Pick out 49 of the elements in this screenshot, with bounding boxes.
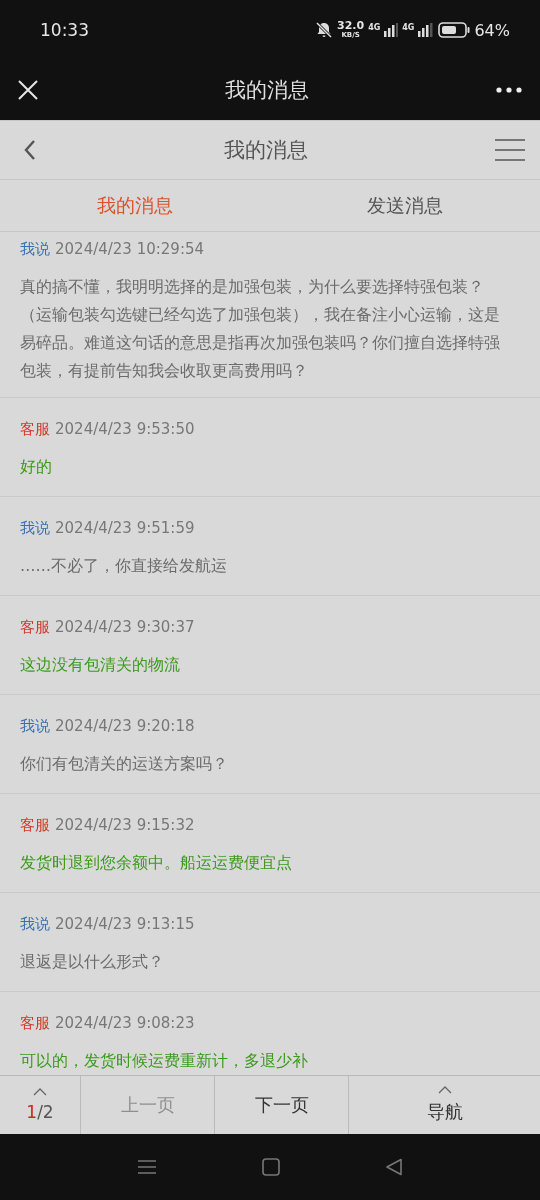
battery-level: 64%: [474, 20, 510, 40]
caret-up-icon[interactable]: [437, 1086, 452, 1094]
tab[interactable]: 我的消息: [0, 180, 270, 231]
message-time: 2024/4/23 9:53:50: [55, 419, 195, 440]
sender-label: 我说: [20, 716, 50, 737]
message-time: 2024/4/23 9:51:59: [55, 518, 195, 539]
mute-bell-icon: [315, 21, 333, 39]
message-text: 好的: [20, 457, 53, 478]
back-icon[interactable]: [385, 1158, 403, 1176]
back-icon[interactable]: [24, 139, 36, 161]
window-title: 我的消息: [225, 77, 309, 104]
page-title: 我的消息: [223, 137, 308, 164]
signal-icon: [384, 23, 399, 37]
message-text: 退返是以什么形式？: [20, 952, 165, 973]
clock: 10:33: [40, 20, 89, 40]
close-icon[interactable]: [18, 80, 38, 100]
sender-label: 客服: [20, 815, 50, 836]
sender-label: 客服: [20, 1013, 50, 1034]
battery-icon: [438, 22, 471, 38]
message-time: 2024/4/23 9:30:37: [55, 617, 195, 638]
message-text: 这边没有包清关的物流: [20, 655, 181, 676]
network-speed: 32.0: [337, 21, 365, 31]
menu-icon[interactable]: [495, 139, 525, 161]
message-time: 2024/4/23 9:13:15: [55, 914, 195, 935]
network-type: 4G: [368, 22, 381, 32]
message-text: ……不必了，你直接给发航运: [20, 556, 228, 577]
message-text: 发货时退到您余额中。船运运费便宜点: [20, 853, 293, 874]
sender-label: 客服: [20, 617, 50, 638]
navigation-button[interactable]: 导航: [426, 1100, 463, 1124]
network-type: 4G: [402, 22, 415, 32]
sender-label: 我说: [20, 914, 50, 935]
signal-icon: [418, 23, 435, 37]
message-text: 你们有包清关的运送方案吗？: [20, 754, 229, 775]
menu-icon[interactable]: [137, 1159, 157, 1175]
caret-up-icon[interactable]: [33, 1088, 47, 1096]
message-time: 2024/4/23 9:08:23: [55, 1013, 195, 1034]
message-time: 2024/4/23 9:15:32: [55, 815, 195, 836]
message-time: 2024/4/23 10:29:54: [55, 239, 205, 260]
message-time: 2024/4/23 9:20:18: [55, 716, 195, 737]
more-icon[interactable]: [496, 87, 522, 93]
sender-label: 客服: [20, 419, 50, 440]
tab[interactable]: 发送消息: [270, 180, 540, 231]
message-text: 真的搞不懂，我明明选择的是加强包装，为什么要选择特强包装？（运输包装勾选键已经勾选了加强包装），我在备注小心运输，这是易碎品。难道这句话的意思是指再次加强包装吗？你们擅自选择特强包装，有提前告知我会收取更高费用吗？: [20, 277, 500, 382]
page-total: /2: [37, 1102, 54, 1122]
current-page: 1: [26, 1102, 38, 1122]
home-icon[interactable]: [262, 1158, 280, 1176]
sender-label: 我说: [20, 239, 50, 260]
message-text: 可以的，发货时候运费重新计，多退少补: [20, 1051, 309, 1072]
sender-label: 我说: [20, 518, 50, 539]
